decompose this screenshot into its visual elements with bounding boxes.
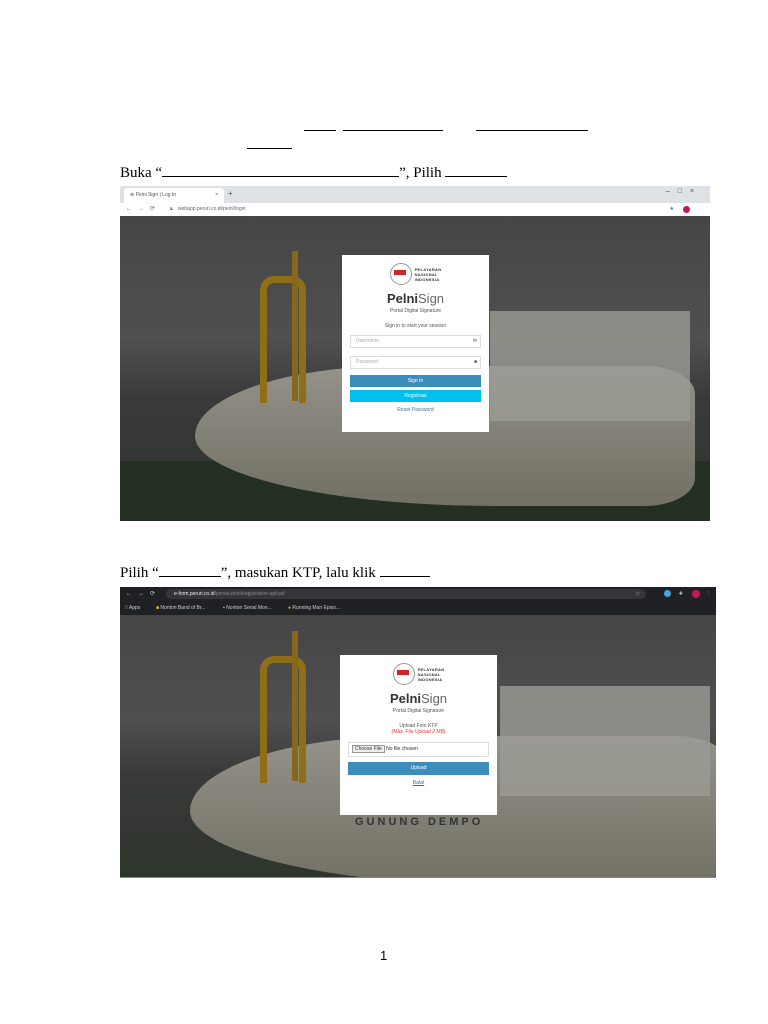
pelni-logo: PELAYARAN NASIONAL INDONESIA [340, 663, 497, 685]
new-tab-button[interactable]: + [228, 189, 233, 198]
step1-instruction: Buka “ ”, Pilih [120, 162, 508, 182]
brand-title: PelniSign [389, 691, 448, 706]
url-text[interactable]: webapp.peruri.co.id/pelni/login [178, 203, 246, 216]
step2-text: ”, masukan KTP, lalu klik [220, 565, 380, 581]
bookmark-item[interactable]: ● Running Man Episo... [288, 601, 340, 615]
nav-icons[interactable]: ←→⟳ [126, 203, 161, 216]
puzzle-icon[interactable]: ✚ [679, 587, 683, 601]
address-bar: ←→⟳ 🔒︎ webapp.peruri.co.id/pelni/login ★ [120, 203, 710, 217]
url-field[interactable]: e-form.peruri.co.id/persai-pelni/registr… [166, 589, 646, 599]
star-icon[interactable]: ★ [670, 203, 674, 216]
tab-bar: ⊛ Pelni Sign | Log In × + –□× [120, 186, 710, 203]
bookmark-item[interactable]: ⁞⁞ Apps [125, 601, 140, 615]
username-input[interactable]: Username ✉ [350, 335, 481, 348]
blank-line [343, 130, 443, 131]
tab-title: Pelni Sign | Log In [135, 192, 177, 198]
lock-icon: ■ [473, 359, 477, 365]
cancel-link[interactable]: Batal [340, 780, 497, 786]
upload-card: PELAYARAN NASIONAL INDONESIA PelniSign Por… [340, 655, 497, 815]
brand-title: PelniSign [386, 291, 445, 306]
address-bar: ←→⟳ e-form.peruri.co.id/persai-pelni/reg… [120, 587, 716, 601]
register-button[interactable]: Registrasi [350, 390, 481, 402]
login-screenshot: ⊛ Pelni Sign | Log In × + –□× ←→⟳ 🔒︎ web… [120, 186, 710, 521]
bookmark-item[interactable]: ▪ Nonton Serial Mon... [223, 601, 272, 615]
pelni-emblem-icon [392, 663, 415, 685]
window-controls[interactable]: –□× [666, 188, 702, 195]
login-card: PELAYARAN NASIONAL INDONESIA PelniSign Por… [342, 255, 489, 432]
step1-text: ”, Pilih [399, 165, 446, 181]
star-icon[interactable]: ☆ [636, 589, 640, 599]
page-number: 1 [380, 948, 388, 963]
password-input[interactable]: Password ■ [350, 356, 481, 369]
blank-line [304, 130, 336, 131]
step2-text: Pilih “ [120, 565, 159, 581]
signin-button[interactable]: Sign In [350, 375, 481, 387]
signin-prompt: Sign in to start your session [384, 323, 447, 329]
bookmark-item[interactable]: ■ Nonton Band of Br... [156, 601, 205, 615]
bookmarks-bar: ⁞⁞ Apps ■ Nonton Band of Br... ▪ Nonton … [120, 601, 716, 616]
pelni-logo: PELAYARAN NASIONAL INDONESIA [342, 263, 489, 285]
lock-icon: 🔒︎ [170, 206, 173, 212]
upload-screenshot: ←→⟳ e-form.peruri.co.id/persai-pelni/reg… [120, 587, 716, 878]
blank-line [247, 148, 292, 149]
pelni-emblem-icon [389, 263, 412, 285]
menu-icon[interactable]: ⋮ [706, 587, 711, 601]
browser-tab[interactable]: ⊛ Pelni Sign | Log In × [124, 188, 224, 203]
blank-line [162, 162, 400, 177]
choose-file-button[interactable]: Choose File [352, 745, 385, 753]
blank-line [379, 562, 430, 577]
file-input[interactable]: Choose File No file chosen [348, 742, 489, 757]
blank-line [476, 130, 588, 131]
step1-text: Buka “ [120, 165, 163, 181]
extension-icon[interactable] [664, 590, 671, 597]
subtitle: Portal Digital Signature [389, 308, 442, 314]
upload-button[interactable]: Upload [348, 762, 489, 775]
reset-password-link[interactable]: Reset Password [342, 407, 489, 413]
document-page: Buka “ ”, Pilih ⊛ Pelni Sign | Log In × +… [0, 0, 768, 1024]
close-tab-icon[interactable]: × [215, 188, 218, 203]
step2-instruction: Pilih “ ”, masukan KTP, lalu klik [120, 562, 430, 582]
envelope-icon: ✉ [472, 338, 477, 344]
blank-line [158, 562, 221, 577]
blank-line [445, 162, 508, 177]
profile-avatar[interactable] [692, 590, 700, 598]
subtitle: Portal Digital Signature [392, 708, 445, 714]
ship-name: GUNUNG DEMPO [355, 816, 484, 828]
upload-note: (Max. File Upload 2 MB) [391, 729, 446, 735]
profile-avatar[interactable] [683, 206, 690, 213]
nav-icons[interactable]: ←→⟳ [126, 587, 161, 601]
